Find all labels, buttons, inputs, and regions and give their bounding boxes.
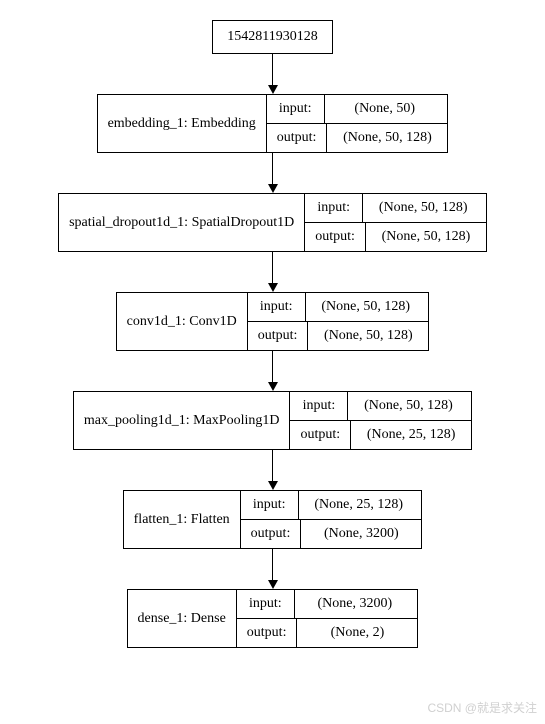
io-key-output: output: (290, 421, 351, 449)
layer-maxpooling: max_pooling1d_1: MaxPooling1D input:(Non… (73, 391, 472, 450)
layer-dense: dense_1: Dense input:(None, 3200) output… (127, 589, 419, 648)
io-key-input: input: (248, 293, 306, 321)
root-node: 1542811930128 (212, 20, 332, 54)
io-val-input: (None, 25, 128) (299, 491, 419, 519)
io-key-input: input: (237, 590, 295, 618)
layer-name: conv1d_1: Conv1D (117, 293, 248, 350)
io-val-input: (None, 50, 128) (363, 194, 483, 222)
io-val-input: (None, 50, 128) (306, 293, 426, 321)
io-key-output: output: (241, 520, 302, 548)
layer-spatial-dropout: spatial_dropout1d_1: SpatialDropout1D in… (58, 193, 487, 252)
root-label: 1542811930128 (227, 29, 317, 44)
arrow (268, 549, 278, 589)
layer-name: max_pooling1d_1: MaxPooling1D (74, 392, 291, 449)
io-key-input: input: (267, 95, 325, 123)
arrow (268, 153, 278, 193)
io-val-input: (None, 50, 128) (348, 392, 468, 420)
watermark: CSDN @就是求关注 (427, 699, 537, 716)
io-val-output: (None, 3200) (301, 520, 421, 548)
io-key-output: output: (237, 619, 298, 647)
io-val-output: (None, 50, 128) (366, 223, 486, 251)
io-key-output: output: (267, 124, 328, 152)
io-val-output: (None, 50, 128) (308, 322, 428, 350)
layer-name: embedding_1: Embedding (98, 95, 267, 152)
layer-conv1d: conv1d_1: Conv1D input:(None, 50, 128) o… (116, 292, 430, 351)
io-val-input: (None, 3200) (295, 590, 415, 618)
layer-name: spatial_dropout1d_1: SpatialDropout1D (59, 194, 305, 251)
io-key-output: output: (305, 223, 366, 251)
layer-name: flatten_1: Flatten (124, 491, 241, 548)
io-val-input: (None, 50) (325, 95, 445, 123)
arrow (268, 54, 278, 94)
layer-name: dense_1: Dense (128, 590, 237, 647)
layer-flatten: flatten_1: Flatten input:(None, 25, 128)… (123, 490, 423, 549)
layer-embedding: embedding_1: Embedding input:(None, 50) … (97, 94, 449, 153)
io-key-input: input: (290, 392, 348, 420)
io-val-output: (None, 2) (297, 619, 417, 647)
io-key-output: output: (248, 322, 309, 350)
arrow (268, 252, 278, 292)
arrow (268, 351, 278, 391)
io-val-output: (None, 25, 128) (351, 421, 471, 449)
arrow (268, 450, 278, 490)
io-key-input: input: (241, 491, 299, 519)
io-val-output: (None, 50, 128) (327, 124, 447, 152)
io-key-input: input: (305, 194, 363, 222)
